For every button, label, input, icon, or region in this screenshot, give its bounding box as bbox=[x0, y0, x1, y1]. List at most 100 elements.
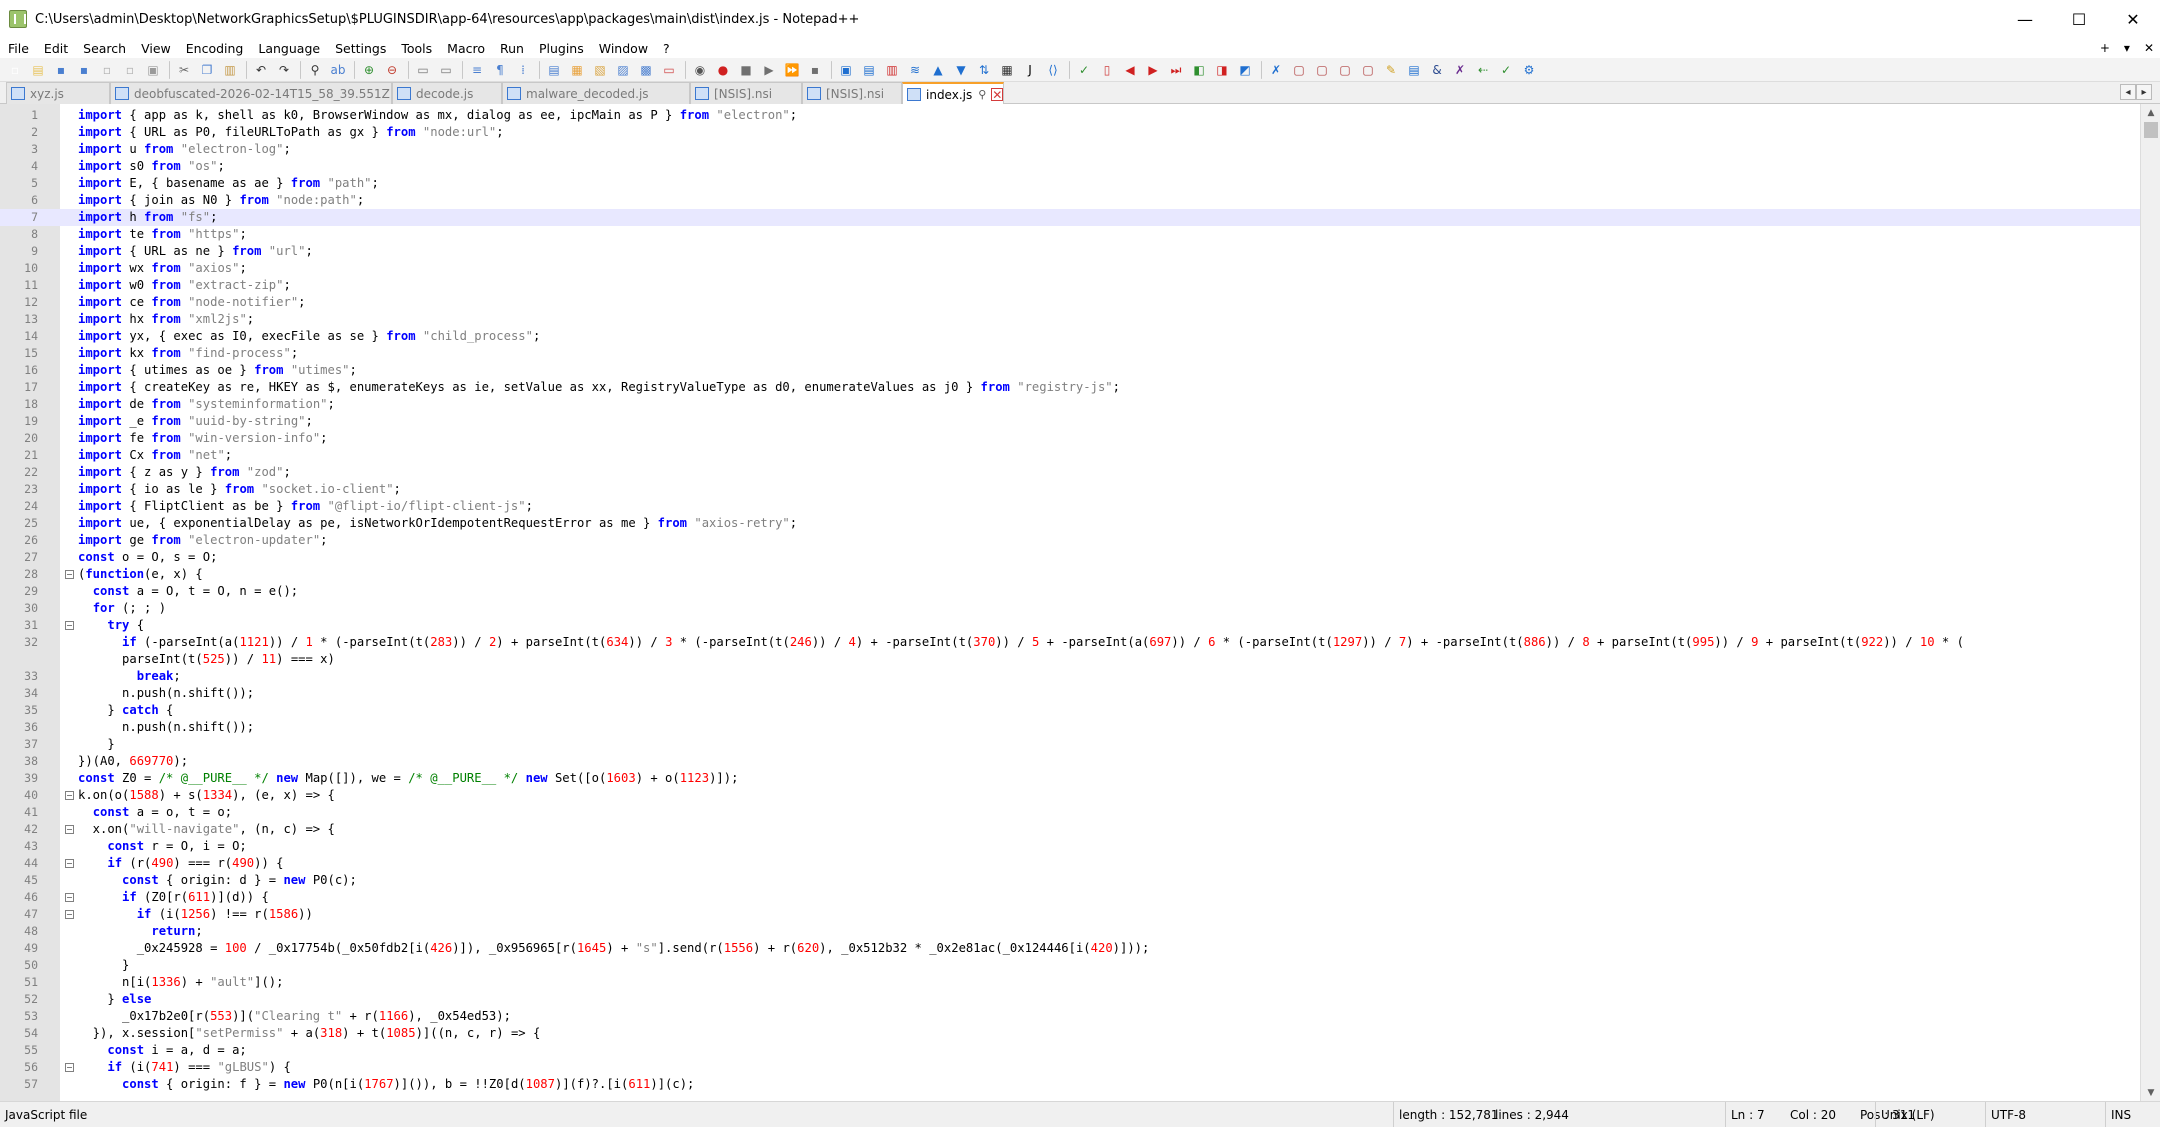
code-line[interactable]: 3 import u from "electron-log"; bbox=[0, 141, 2140, 158]
code-line[interactable]: 44 if (r(490) === r(490)) { bbox=[0, 855, 2140, 872]
print-icon[interactable]: ▣ bbox=[144, 61, 162, 79]
tab-deobfuscated-js[interactable]: deobfuscated-2026-02-14T15_58_39.551Z.js bbox=[110, 82, 392, 104]
new-file-icon[interactable]: ▫ bbox=[6, 61, 24, 79]
new-tab-button[interactable]: + bbox=[2100, 41, 2110, 55]
save-all-icon[interactable]: ▪ bbox=[75, 61, 93, 79]
record-macro-icon[interactable]: ● bbox=[714, 61, 732, 79]
compare-a-icon[interactable]: ◧ bbox=[1190, 61, 1208, 79]
menu-file[interactable]: File bbox=[0, 41, 36, 56]
menu-settings[interactable]: Settings bbox=[327, 41, 393, 56]
code-line[interactable]: 52 } else bbox=[0, 991, 2140, 1008]
code-line[interactable]: 34 n.push(n.shift()); bbox=[0, 685, 2140, 702]
code-line[interactable]: 14 import yx, { exec as I0, execFile as s… bbox=[0, 328, 2140, 345]
lang-icon[interactable]: ▤ bbox=[545, 61, 563, 79]
code-line[interactable]: 17 import { createKey as re, HKEY as $, e… bbox=[0, 379, 2140, 396]
plugin-c-icon[interactable]: ▥ bbox=[883, 61, 901, 79]
plugin-h-icon[interactable]: ▦ bbox=[998, 61, 1016, 79]
code-line[interactable]: 40 k.on(o(1588) + s(1334), (e, x) => { bbox=[0, 787, 2140, 804]
plugin-k-icon[interactable]: ✗ bbox=[1267, 61, 1285, 79]
code-line[interactable]: 10 import wx from "axios"; bbox=[0, 260, 2140, 277]
menu-macro[interactable]: Macro bbox=[439, 41, 492, 56]
code-line[interactable]: 45 const { origin: d } = new P0(c); bbox=[0, 872, 2140, 889]
code-line[interactable]: 16 import { utimes as oe } from "utimes"; bbox=[0, 362, 2140, 379]
scroll-down-arrow-icon[interactable]: ▼ bbox=[2141, 1084, 2160, 1101]
sync-horizontal-icon[interactable]: ▭ bbox=[437, 61, 455, 79]
plugin-l-icon[interactable]: ▢ bbox=[1290, 61, 1308, 79]
code-line[interactable]: 31 try { bbox=[0, 617, 2140, 634]
menu-window[interactable]: Window bbox=[591, 41, 655, 56]
code-editor[interactable]: 1 import { app as k, shell as k0, Browser… bbox=[0, 104, 2160, 1101]
code-line[interactable]: 49 _0x245928 = 100 / _0x17754b(_0x50fdb2… bbox=[0, 940, 2140, 957]
maximize-button[interactable]: ☐ bbox=[2052, 0, 2106, 38]
cut-icon[interactable]: ✂ bbox=[175, 61, 193, 79]
open-file-icon[interactable]: ▤ bbox=[29, 61, 47, 79]
code-line[interactable]: 1 import { app as k, shell as k0, Browser… bbox=[0, 107, 2140, 124]
tab-nsis-nsi-1[interactable]: [NSIS].nsi bbox=[690, 82, 802, 104]
monitor-icon[interactable]: ▭ bbox=[660, 61, 678, 79]
last-icon[interactable]: ⏭ bbox=[1167, 61, 1185, 79]
stop-macro-icon[interactable]: ■ bbox=[737, 61, 755, 79]
eye-icon[interactable]: ◉ bbox=[691, 61, 709, 79]
code-line[interactable]: 39 const Z0 = /* @__PURE__ */ new Map([])… bbox=[0, 770, 2140, 787]
code-line[interactable]: 27 const o = O, s = O; bbox=[0, 549, 2140, 566]
plugin-n-icon[interactable]: ▢ bbox=[1336, 61, 1354, 79]
code-line[interactable]: 8 import te from "https"; bbox=[0, 226, 2140, 243]
code-line[interactable]: 46 if (Z0[r(611)](d)) { bbox=[0, 889, 2140, 906]
scroll-up-arrow-icon[interactable]: ▲ bbox=[2141, 104, 2160, 121]
plugin-s-icon[interactable]: ✗ bbox=[1451, 61, 1469, 79]
compare-b-icon[interactable]: ◨ bbox=[1213, 61, 1231, 79]
play-macro-icon[interactable]: ▶ bbox=[760, 61, 778, 79]
code-line[interactable]: 47 if (i(1256) !== r(1586)) bbox=[0, 906, 2140, 923]
tab-scroll-left-button[interactable]: ◂ bbox=[2120, 84, 2136, 100]
close-tab-icon[interactable]: ✕ bbox=[991, 88, 1003, 101]
code-line[interactable]: 32 if (-parseInt(a(1121)) / 1 * (-parseI… bbox=[0, 634, 2140, 651]
next-icon[interactable]: ▶ bbox=[1144, 61, 1162, 79]
code-line[interactable]: 15 import kx from "find-process"; bbox=[0, 345, 2140, 362]
plugin-f-icon[interactable]: ▼ bbox=[952, 61, 970, 79]
sync-vertical-icon[interactable]: ▭ bbox=[414, 61, 432, 79]
code-text-area[interactable]: 1 import { app as k, shell as k0, Browser… bbox=[0, 107, 2140, 1101]
save-icon[interactable]: ▪ bbox=[52, 61, 70, 79]
code-line[interactable]: 29 const a = O, t = O, n = e(); bbox=[0, 583, 2140, 600]
undo-icon[interactable]: ↶ bbox=[252, 61, 270, 79]
fold-toggle-icon[interactable] bbox=[65, 893, 74, 902]
code-line[interactable]: 50 } bbox=[0, 957, 2140, 974]
title-bar[interactable]: C:\Users\admin\Desktop\NetworkGraphicsSe… bbox=[0, 0, 2160, 38]
code-line[interactable]: 51 n[i(1336) + "ault"](); bbox=[0, 974, 2140, 991]
doc-map-icon[interactable]: ▦ bbox=[568, 61, 586, 79]
status-encoding[interactable]: UTF-8 bbox=[1985, 1102, 2105, 1127]
folder-workspace-icon[interactable]: ▨ bbox=[614, 61, 632, 79]
plugin-p-icon[interactable]: ✎ bbox=[1382, 61, 1400, 79]
code-line[interactable]: 19 import _e from "uuid-by-string"; bbox=[0, 413, 2140, 430]
code-line[interactable]: 28 (function(e, x) { bbox=[0, 566, 2140, 583]
plugin-j-icon[interactable]: ⟨⟩ bbox=[1044, 61, 1062, 79]
bookmark-icon[interactable]: ▯ bbox=[1098, 61, 1116, 79]
code-line[interactable]: 7 import h from "fs"; bbox=[0, 209, 2140, 226]
code-line[interactable]: 56 if (i(741) === "gLBUS") { bbox=[0, 1059, 2140, 1076]
code-line[interactable]: 6 import { join as N0 } from "node:path"; bbox=[0, 192, 2140, 209]
tab-decode-js[interactable]: decode.js bbox=[392, 82, 502, 104]
redo-icon[interactable]: ↷ bbox=[275, 61, 293, 79]
code-line[interactable]: 42 x.on("will-navigate", (n, c) => { bbox=[0, 821, 2140, 838]
fold-toggle-icon[interactable] bbox=[65, 825, 74, 834]
prev-icon[interactable]: ◀ bbox=[1121, 61, 1139, 79]
plugin-o-icon[interactable]: ▢ bbox=[1359, 61, 1377, 79]
run-macro-multiple-icon[interactable]: ⏩ bbox=[783, 61, 801, 79]
plugin-i-icon[interactable]: J bbox=[1021, 61, 1039, 79]
menu-help[interactable]: ? bbox=[655, 41, 677, 56]
menu-edit[interactable]: Edit bbox=[36, 41, 75, 56]
plugin-a-icon[interactable]: ▣ bbox=[837, 61, 855, 79]
code-line[interactable]: 2 import { URL as P0, fileURLToPath as gx… bbox=[0, 124, 2140, 141]
pin-tab-icon[interactable]: ⚲ bbox=[978, 88, 986, 101]
zoom-in-icon[interactable]: ⊕ bbox=[360, 61, 378, 79]
menu-language[interactable]: Language bbox=[250, 41, 327, 56]
code-line[interactable]: 25 import ue, { exponentialDelay as pe, i… bbox=[0, 515, 2140, 532]
code-line[interactable]: 57 const { origin: f } = new P0(n[i(1767… bbox=[0, 1076, 2140, 1093]
code-line[interactable]: 13 import hx from "xml2js"; bbox=[0, 311, 2140, 328]
word-wrap-icon[interactable]: ≡ bbox=[468, 61, 486, 79]
tab-nsis-nsi-2[interactable]: [NSIS].nsi bbox=[802, 82, 902, 104]
code-line[interactable]: 11 import w0 from "extract-zip"; bbox=[0, 277, 2140, 294]
plugin-b-icon[interactable]: ▤ bbox=[860, 61, 878, 79]
close-document-button[interactable]: ✕ bbox=[2144, 41, 2154, 55]
find-icon[interactable]: ⚲ bbox=[306, 61, 324, 79]
